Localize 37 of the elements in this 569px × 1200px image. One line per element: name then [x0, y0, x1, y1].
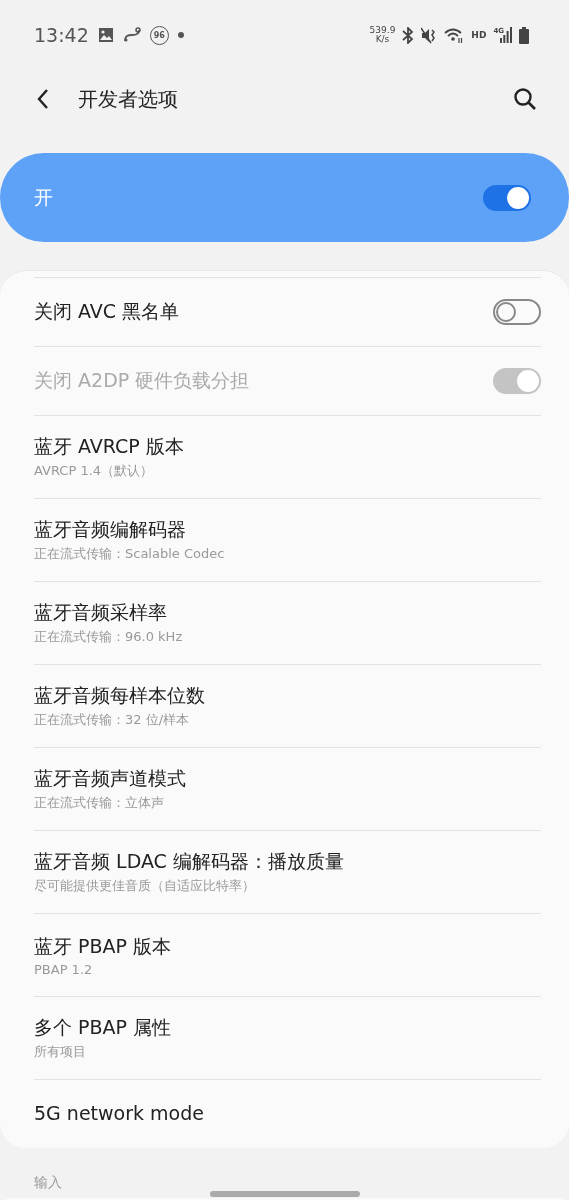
- clock-time: 13:42: [34, 24, 89, 46]
- network-speed: 539.9: [369, 26, 396, 35]
- setting-title[interactable]: 蓝牙音频采样率: [34, 600, 541, 626]
- setting-title[interactable]: 蓝牙音频编解码器: [34, 517, 541, 543]
- setting-title[interactable]: 蓝牙音频声道模式: [34, 766, 541, 792]
- setting-summary: 正在流式传输：Scalable Codec: [34, 545, 226, 563]
- setting-summary: 尽可能提供更佳音质（自适应比特率）: [34, 877, 256, 895]
- setting-title[interactable]: 蓝牙 AVRCP 版本: [34, 434, 541, 460]
- mute-icon: [421, 26, 438, 44]
- image-icon: [97, 27, 114, 43]
- setting-title: 关闭 AVC 黑名单: [34, 299, 180, 324]
- bluetooth-icon: [402, 26, 415, 44]
- setting-summary: 正在流式传输：32 位/样本: [34, 711, 191, 729]
- back-button[interactable]: [36, 88, 50, 110]
- setting-title[interactable]: 蓝牙 PBAP 版本: [34, 933, 541, 960]
- setting-title[interactable]: 蓝牙音频 LDAC 编解码器：播放质量: [34, 849, 541, 875]
- hd-indicator: HD: [471, 30, 487, 40]
- master-switch-label: 开: [34, 184, 53, 210]
- network-speed-unit: K/s: [375, 35, 390, 44]
- setting-title[interactable]: 多个 PBAP 属性: [34, 1015, 541, 1041]
- wifi-icon: [444, 26, 465, 44]
- setting-summary: 正在流式传输：立体声: [34, 794, 165, 812]
- setting-summary: 所有项目: [34, 1043, 87, 1061]
- setting-summary: 正在流式传输：96.0 kHz: [34, 628, 184, 646]
- battery-icon: [519, 26, 529, 44]
- setting-title: 关闭 A2DP 硬件负载分担: [34, 368, 250, 393]
- setting-title[interactable]: 5G network mode: [34, 1101, 541, 1124]
- setting-summary: PBAP 1.2: [34, 961, 94, 977]
- section-header: 输入: [33, 1173, 63, 1192]
- page-title: 开发者选项: [78, 85, 179, 113]
- link-icon: [122, 27, 141, 43]
- setting-summary: AVRCP 1.4（默认）: [34, 462, 155, 480]
- setting-title[interactable]: 蓝牙音频每样本位数: [34, 683, 541, 709]
- dot-icon: [177, 32, 184, 38]
- toggle-switch[interactable]: [493, 299, 541, 325]
- toggle-switch[interactable]: [483, 184, 531, 211]
- search-icon[interactable]: [513, 87, 537, 111]
